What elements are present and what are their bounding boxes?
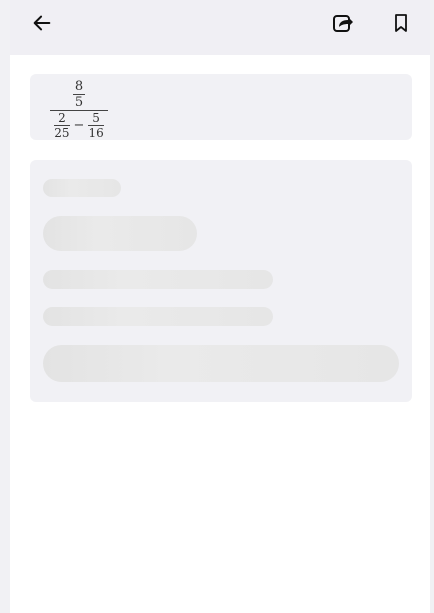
formula-card: 8 5 2 25 − 5 16 [30,74,412,140]
loading-skeleton-card [30,160,412,402]
skeleton-button [43,345,399,382]
right-edge [430,0,434,613]
back-button[interactable] [26,7,58,39]
skeleton-line [43,307,273,326]
left-numerator: 2 [58,111,66,125]
share-button[interactable] [327,7,359,39]
minus-operator: − [73,118,85,133]
left-denominator: 25 [54,126,70,140]
complex-fraction: 8 5 2 25 − 5 16 [50,80,108,139]
left-edge [0,0,10,613]
skeleton-line-short [43,179,121,197]
bookmark-button[interactable] [385,7,417,39]
top-toolbar [10,0,430,55]
bookmark-icon [395,14,407,32]
outer-denominator: 5 [74,95,84,110]
right-numerator: 5 [92,111,100,125]
left-fraction: 2 25 [54,111,70,140]
skeleton-pill [43,216,197,251]
right-fraction: 5 16 [88,111,104,140]
outer-numerator: 8 [74,79,84,94]
right-denominator: 16 [88,126,104,140]
arrow-left-icon [33,15,51,31]
denominator-expression: 2 25 − 5 16 [54,111,104,140]
share-icon [333,15,353,32]
skeleton-line [43,270,273,289]
